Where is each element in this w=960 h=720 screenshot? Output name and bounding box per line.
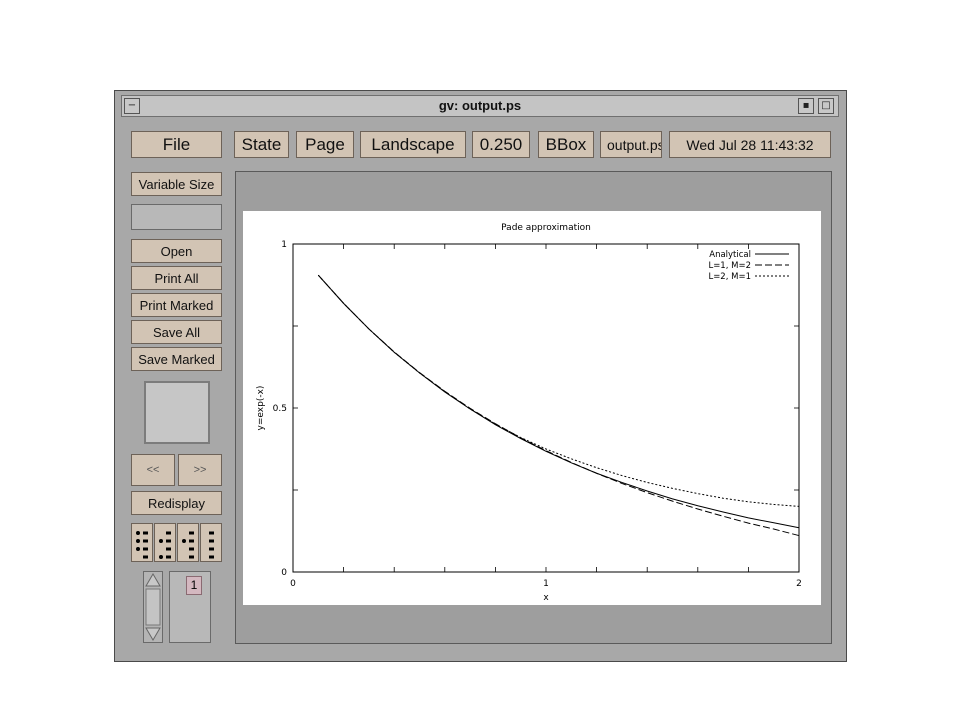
variable-size-button[interactable]: Variable Size [131, 172, 222, 196]
mark-odd-pages-icon[interactable] [131, 523, 153, 562]
maximize-icon[interactable]: □ [818, 98, 834, 114]
filename-field: output.ps [600, 131, 662, 158]
series-line [317, 274, 800, 507]
mark-even-pages-icon[interactable] [154, 523, 176, 562]
series-line [317, 274, 800, 537]
page-menu-button[interactable]: Page [296, 131, 354, 158]
y-tick-label: 0 [281, 568, 287, 578]
scroll-up-arrow-icon[interactable] [145, 573, 161, 587]
redisplay-button[interactable]: Redisplay [131, 491, 222, 515]
info-field [131, 204, 222, 230]
title-bar[interactable]: − gv: output.ps ▪ □ [121, 95, 839, 117]
orientation-button[interactable]: Landscape [360, 131, 466, 158]
page-list-scrollbar[interactable] [143, 571, 163, 643]
minimize-icon[interactable]: ▪ [798, 98, 814, 114]
save-marked-button[interactable]: Save Marked [131, 347, 222, 371]
document-page: 0 1 2 0 0.5 1 Pade approximation x y=exp(-x) Anal… [243, 211, 821, 605]
unmark-all-pages-icon[interactable] [200, 523, 222, 562]
window-title: gv: output.ps [438, 98, 522, 113]
file-menu-button[interactable]: File [131, 131, 222, 158]
scale-button[interactable]: 0.250 [472, 131, 530, 158]
legend-label: Analytical [709, 250, 751, 260]
y-tick-label: 1 [281, 240, 287, 250]
y-axis-label: y=exp(-x) [256, 386, 266, 431]
mark-current-page-icon[interactable] [177, 523, 199, 562]
legend-label: L=2, M=1 [708, 272, 751, 282]
print-marked-button[interactable]: Print Marked [131, 293, 222, 317]
page-mark-buttons [131, 523, 222, 562]
scroll-down-arrow-icon[interactable] [145, 627, 161, 641]
y-tick-label: 0.5 [273, 404, 287, 414]
scroll-thumb[interactable] [145, 588, 161, 626]
gv-window: − gv: output.ps ▪ □ File State Page Land… [114, 90, 847, 662]
next-page-button[interactable]: >> [178, 454, 222, 486]
date-field: Wed Jul 28 11:43:32 [669, 131, 831, 158]
x-tick-label: 0 [290, 579, 296, 589]
save-all-button[interactable]: Save All [131, 320, 222, 344]
x-tick-label: 1 [543, 579, 549, 589]
x-axis-label: x [543, 593, 549, 603]
pade-approximation-chart: 0 1 2 0 0.5 1 Pade approximation x y=exp(-x) Anal… [256, 223, 802, 603]
bbox-button[interactable]: BBox [538, 131, 594, 158]
plot-frame [292, 243, 800, 573]
legend-label: L=1, M=2 [708, 261, 751, 271]
print-all-button[interactable]: Print All [131, 266, 222, 290]
previous-page-button[interactable]: << [131, 454, 175, 486]
page-list-item[interactable]: 1 [186, 576, 202, 595]
open-button[interactable]: Open [131, 239, 222, 263]
page-list[interactable]: 1 [169, 571, 211, 643]
x-tick-label: 2 [796, 579, 802, 589]
state-menu-button[interactable]: State [234, 131, 289, 158]
series-line [317, 274, 800, 529]
chart-title: Pade approximation [501, 223, 591, 233]
page-thumbnail-panner[interactable] [144, 381, 210, 444]
